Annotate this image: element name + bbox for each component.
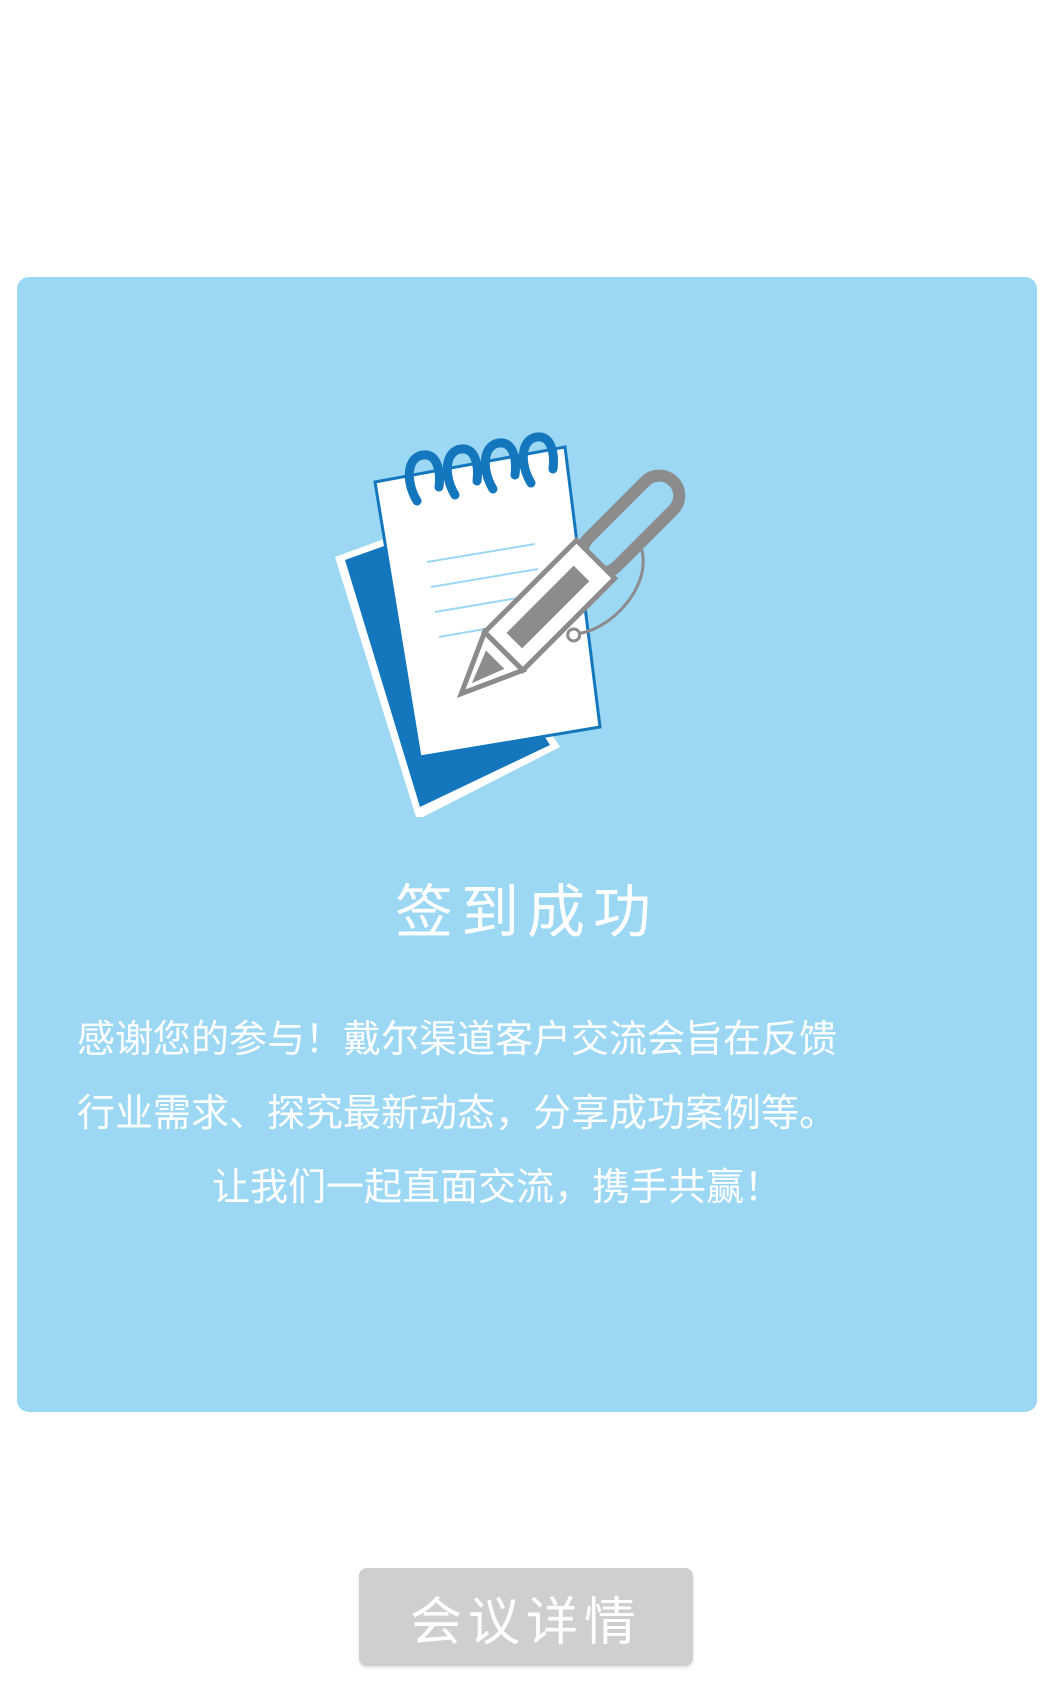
- signin-success-card: 签到成功 感谢您的参与！戴尔渠道客户交流会旨在反馈 行业需求、探究最新动态，分享…: [17, 277, 1037, 1412]
- meeting-details-button[interactable]: 会议详情: [359, 1568, 693, 1666]
- success-title: 签到成功: [394, 878, 659, 946]
- message-line: 感谢您的参与！戴尔渠道客户交流会旨在反馈: [77, 1017, 838, 1061]
- message-line: 行业需求、探究最新动态，分享成功案例等。: [77, 1091, 838, 1135]
- notepad-with-pen-icon: [335, 432, 686, 817]
- thank-you-message: 感谢您的参与！戴尔渠道客户交流会旨在反馈 行业需求、探究最新动态，分享成功案例等…: [77, 1002, 977, 1224]
- message-line: 让我们一起直面交流，携手共赢！: [211, 1165, 782, 1209]
